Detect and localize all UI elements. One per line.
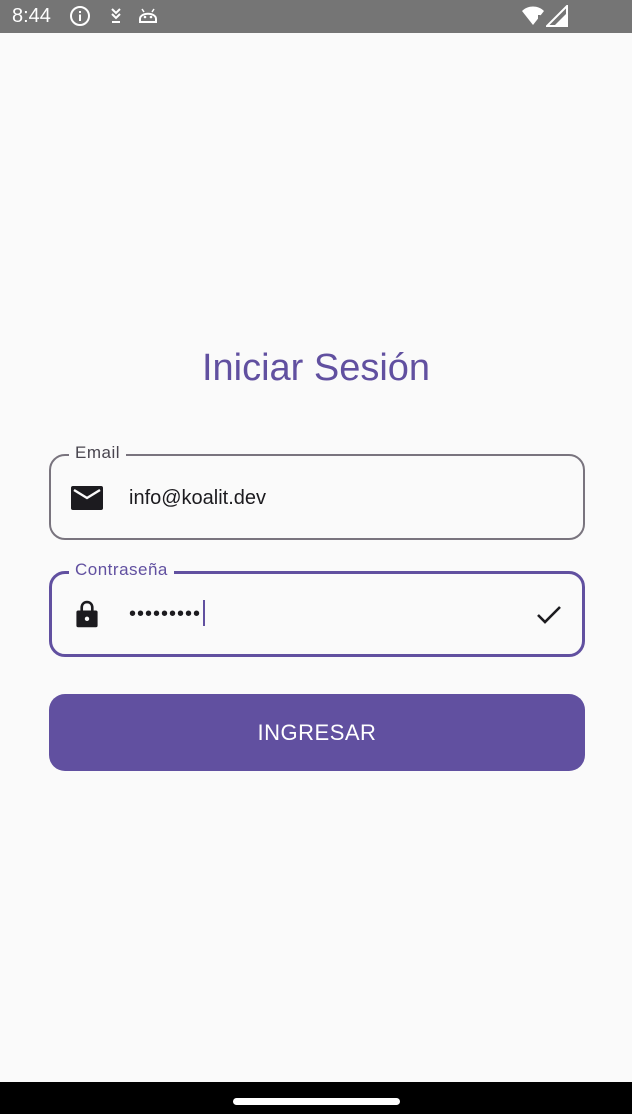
- lock-icon: [76, 600, 98, 628]
- check-icon: [537, 606, 561, 624]
- password-masked-value: •••••••••: [129, 603, 202, 625]
- text-caret: [203, 600, 206, 626]
- email-field[interactable]: Email info@koalit.dev: [49, 443, 585, 540]
- android-icon: [139, 8, 157, 23]
- status-bar: 8:44: [0, 0, 632, 33]
- status-time: 8:44: [12, 5, 51, 27]
- password-input[interactable]: •••••••••: [129, 600, 206, 627]
- login-button[interactable]: INGRESAR: [49, 694, 585, 771]
- password-field[interactable]: Contraseña •••••••••: [49, 560, 585, 657]
- email-input[interactable]: info@koalit.dev: [129, 485, 266, 511]
- wifi-icon: [522, 6, 544, 25]
- download-icon: [111, 8, 121, 23]
- password-field-label: Contraseña: [69, 560, 174, 580]
- email-field-label: Email: [69, 443, 127, 463]
- mail-icon: [71, 486, 103, 510]
- info-icon: [70, 6, 90, 26]
- home-gesture-handle[interactable]: [233, 1098, 400, 1105]
- navigation-bar: [0, 1082, 632, 1114]
- page-title: Iniciar Sesión: [201, 347, 431, 389]
- signal-icon: [546, 5, 568, 27]
